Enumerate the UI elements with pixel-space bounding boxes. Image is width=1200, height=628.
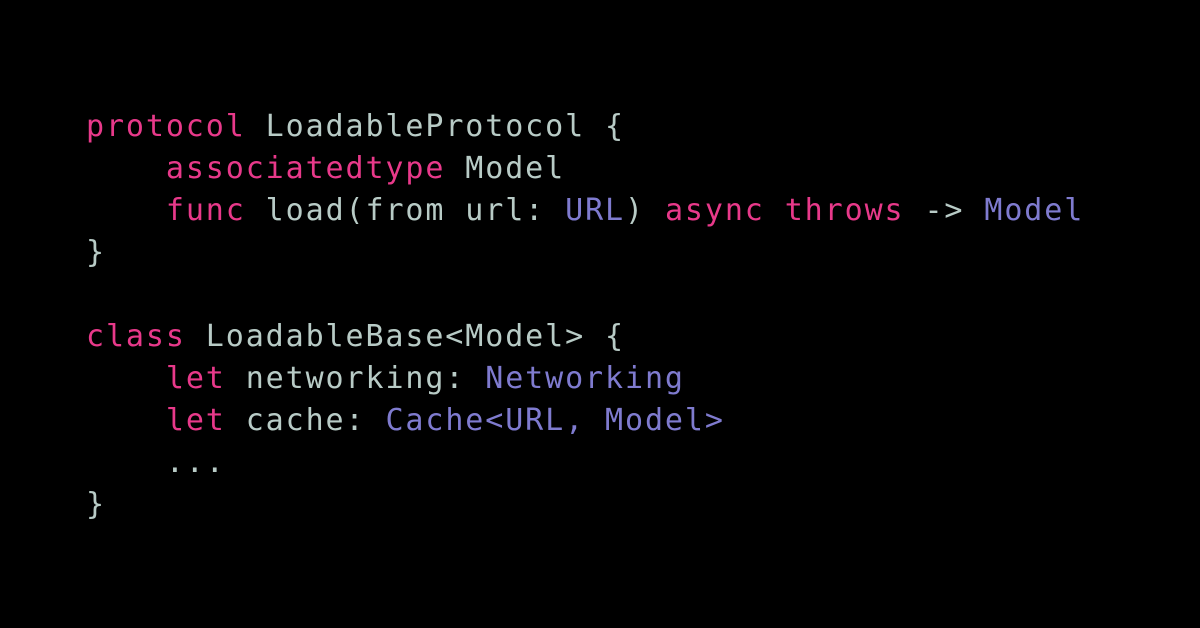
plain-token: cache: — [225, 403, 386, 438]
code-line: } — [86, 484, 1084, 526]
code-line: let cache: Cache<URL, Model> — [86, 400, 1084, 442]
plain-token: ) — [625, 193, 665, 228]
plain-token: } — [86, 235, 106, 270]
type-token: Cache<URL, Model> — [385, 403, 725, 438]
keyword-token: let — [165, 403, 226, 438]
code-line: func load(from url: URL) async throws ->… — [86, 190, 1084, 232]
code-line: associatedtype Model — [86, 148, 1084, 190]
plain-token: LoadableProtocol { — [245, 109, 625, 144]
type-token: Networking — [485, 361, 685, 396]
keyword-token: let — [165, 361, 226, 396]
plain-token: LoadableBase<Model> { — [185, 319, 625, 354]
plain-token: -> — [904, 193, 985, 228]
code-block: protocol LoadableProtocol { associatedty… — [86, 106, 1084, 526]
type-token: Model — [984, 193, 1085, 228]
plain-token: } — [86, 487, 106, 522]
keyword-token: associatedtype — [165, 151, 446, 186]
keyword-token: throws — [784, 193, 905, 228]
keyword-token: async — [664, 193, 765, 228]
code-line: ... — [86, 442, 1084, 484]
code-line: class LoadableBase<Model> { — [86, 316, 1084, 358]
code-line: let networking: Networking — [86, 358, 1084, 400]
plain-token: networking: — [225, 361, 486, 396]
code-line: protocol LoadableProtocol { — [86, 106, 1084, 148]
keyword-token: protocol — [86, 109, 246, 144]
plain-token: ... — [86, 445, 226, 480]
keyword-token: func — [165, 193, 246, 228]
keyword-token: class — [86, 319, 186, 354]
plain-token: load(from url: — [245, 193, 566, 228]
type-token: URL — [565, 193, 625, 228]
code-line: } — [86, 232, 1084, 274]
plain-token: Model — [445, 151, 566, 186]
